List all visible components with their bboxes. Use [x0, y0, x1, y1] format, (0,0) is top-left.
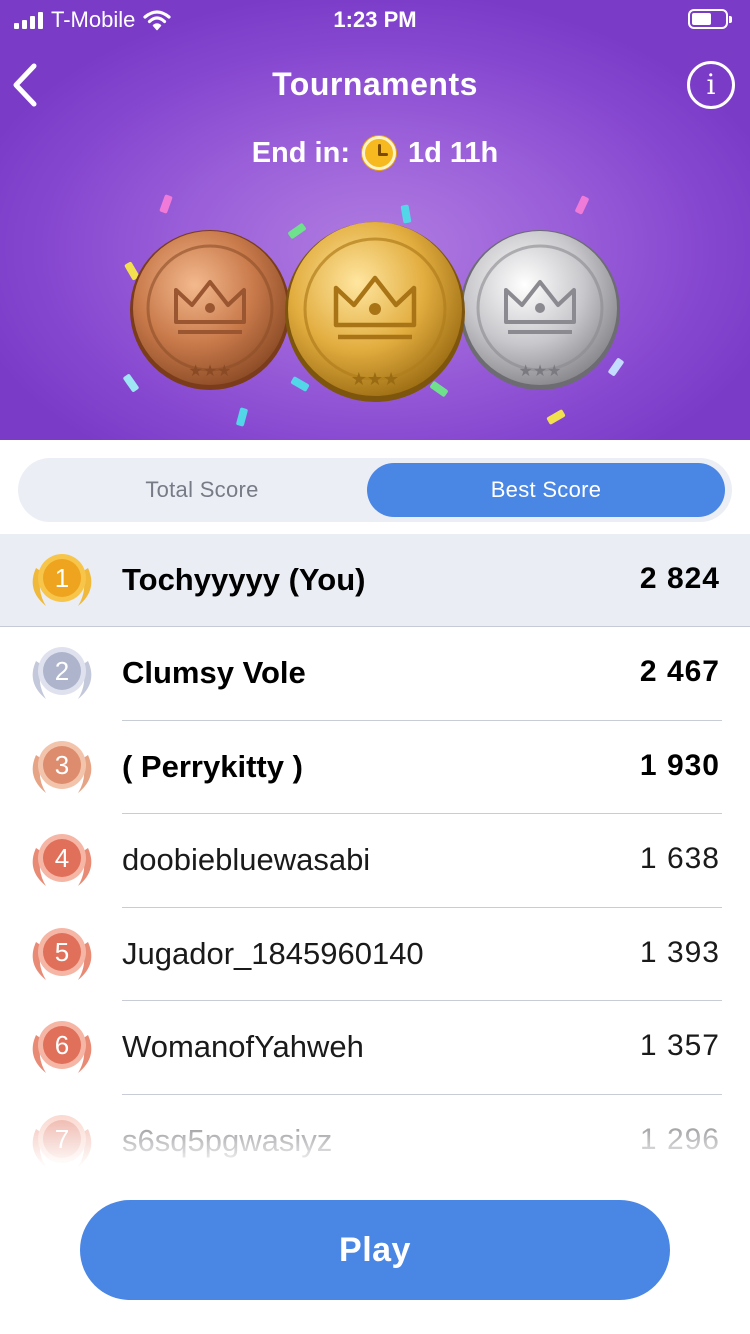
player-score: 2 467: [639, 655, 720, 688]
rank-badge: 5: [22, 920, 102, 990]
score-type-toggle: Total Score Best Score: [18, 458, 732, 522]
player-name: s6sq5pgwasiyz: [122, 1122, 333, 1158]
leaderboard-row[interactable]: 5 Jugador_1845960140 1 393: [0, 908, 750, 1001]
leaderboard-row[interactable]: 3 ( Perrykitty ) 1 930: [0, 721, 750, 814]
rank-badge-silver: 2: [22, 639, 102, 709]
leaderboard-list[interactable]: 1 Tochyyyyy (You) 2 824 2 Clumsy Vole 2 …: [0, 534, 750, 1174]
rank-badge-gold: 1: [22, 546, 102, 616]
silver-medal: ★★★: [460, 230, 620, 390]
rank-number: 1: [54, 563, 70, 593]
player-name: ( Perrykitty ): [122, 748, 303, 784]
leaderboard-row-current-user[interactable]: 1 Tochyyyyy (You) 2 824: [0, 534, 750, 627]
bronze-medal: ★★★: [130, 230, 290, 390]
rank-badge: 4: [22, 826, 102, 896]
player-name: Tochyyyyy (You): [122, 562, 366, 597]
leaderboard-row[interactable]: 7 s6sq5pgwasiyz 1 296: [0, 1095, 750, 1175]
rank-number: 2: [54, 656, 70, 686]
player-name: WomanofYahweh: [122, 1029, 364, 1064]
rank-number: 7: [54, 1123, 70, 1154]
player-score: 2 824: [639, 562, 720, 595]
rank-badge: 7: [22, 1107, 102, 1175]
leaderboard-row[interactable]: 4 doobiebluewasabi 1 638: [0, 814, 750, 908]
player-score: 1 393: [639, 935, 720, 969]
player-name: doobiebluewasabi: [122, 842, 371, 877]
player-score: 1 357: [639, 1029, 720, 1062]
rank-badge: 6: [22, 1013, 102, 1083]
player-score: 1 638: [639, 842, 720, 875]
player-score: 1 296: [639, 1122, 720, 1156]
rank-number: 6: [54, 1030, 70, 1060]
tournament-header: T-Mobile 1:23 PM Tournaments i End in: 1…: [0, 0, 750, 440]
medals-illustration: ★★★ ★★★ ★★★: [130, 222, 620, 402]
rank-number: 4: [54, 843, 70, 873]
leaderboard-row[interactable]: 2 Clumsy Vole 2 467: [0, 627, 750, 721]
tab-best-score[interactable]: Best Score: [367, 463, 725, 517]
player-name: Clumsy Vole: [122, 655, 306, 690]
svg-text:★★★: ★★★: [351, 369, 399, 390]
gold-medal: ★★★: [285, 222, 465, 402]
leaderboard-row[interactable]: 6 WomanofYahweh 1 357: [0, 1001, 750, 1095]
play-button[interactable]: Play: [80, 1200, 670, 1300]
player-score: 1 930: [639, 748, 720, 782]
rank-badge-bronze: 3: [22, 733, 102, 803]
svg-text:★★★: ★★★: [188, 361, 231, 380]
tab-total-score[interactable]: Total Score: [23, 463, 381, 517]
rank-number: 5: [54, 936, 70, 967]
svg-text:★★★: ★★★: [518, 361, 561, 380]
rank-number: 3: [54, 749, 70, 780]
player-name: Jugador_1845960140: [122, 935, 424, 971]
